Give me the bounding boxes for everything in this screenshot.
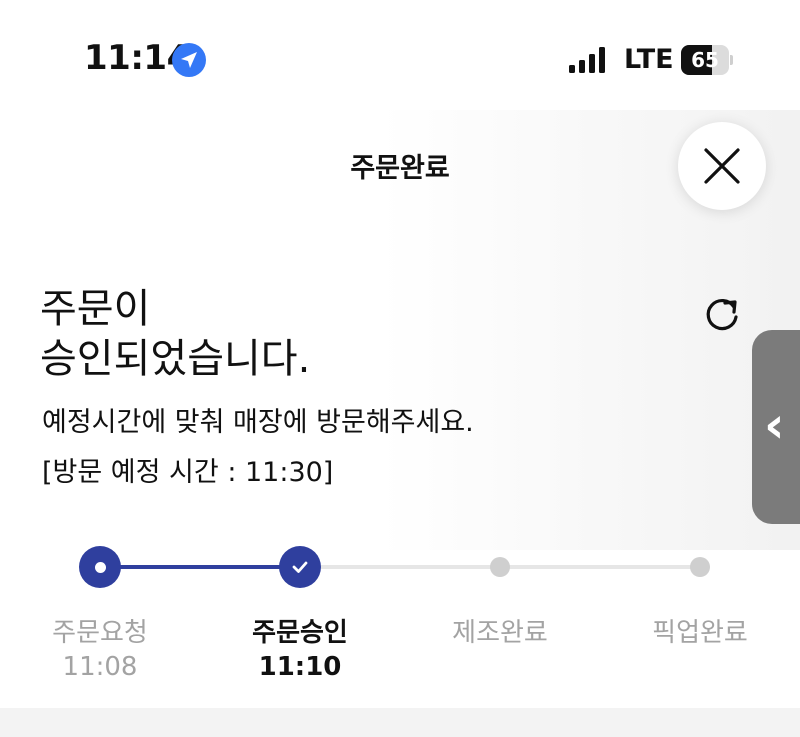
section-divider	[0, 708, 800, 737]
location-arrow-icon	[172, 43, 206, 77]
headline-line-1: 주문이	[40, 286, 151, 332]
step-time-requested: 11:08	[62, 652, 138, 682]
step-dot-picked-up	[690, 557, 710, 577]
status-bar: 11:14 LTE 65	[0, 0, 800, 110]
side-panel-handle[interactable]: ‹	[752, 330, 800, 524]
step-label-prepared: 제조완료	[452, 618, 548, 648]
close-icon	[704, 148, 740, 184]
chevron-left-icon: ‹	[764, 396, 785, 454]
order-status-headline: 주문이 승인되었습니다.	[40, 284, 310, 384]
refresh-icon	[706, 299, 738, 331]
cellular-signal-icon	[569, 47, 605, 73]
close-button[interactable]	[678, 122, 766, 210]
step-time-approved: 11:10	[258, 652, 342, 682]
scheduled-visit-time: [방문 예정 시간 : 11:30]	[42, 457, 334, 488]
step-label-approved: 주문승인	[252, 618, 348, 648]
visit-instruction: 예정시간에 맞춰 매장에 방문해주세요.	[42, 407, 474, 438]
network-type: LTE	[624, 44, 674, 75]
step-label-requested: 주문요청	[52, 618, 148, 648]
headline-line-2: 승인되었습니다.	[40, 336, 311, 382]
battery-icon: 65	[681, 45, 733, 75]
step-dot-prepared	[490, 557, 510, 577]
step-label-picked-up: 픽업완료	[652, 618, 748, 648]
check-icon	[292, 561, 308, 573]
step-dot-approved	[279, 546, 321, 588]
step-dot-requested	[79, 546, 121, 588]
refresh-button[interactable]	[700, 292, 746, 338]
battery-percent: 65	[691, 48, 719, 72]
progress-track-done	[100, 565, 300, 569]
